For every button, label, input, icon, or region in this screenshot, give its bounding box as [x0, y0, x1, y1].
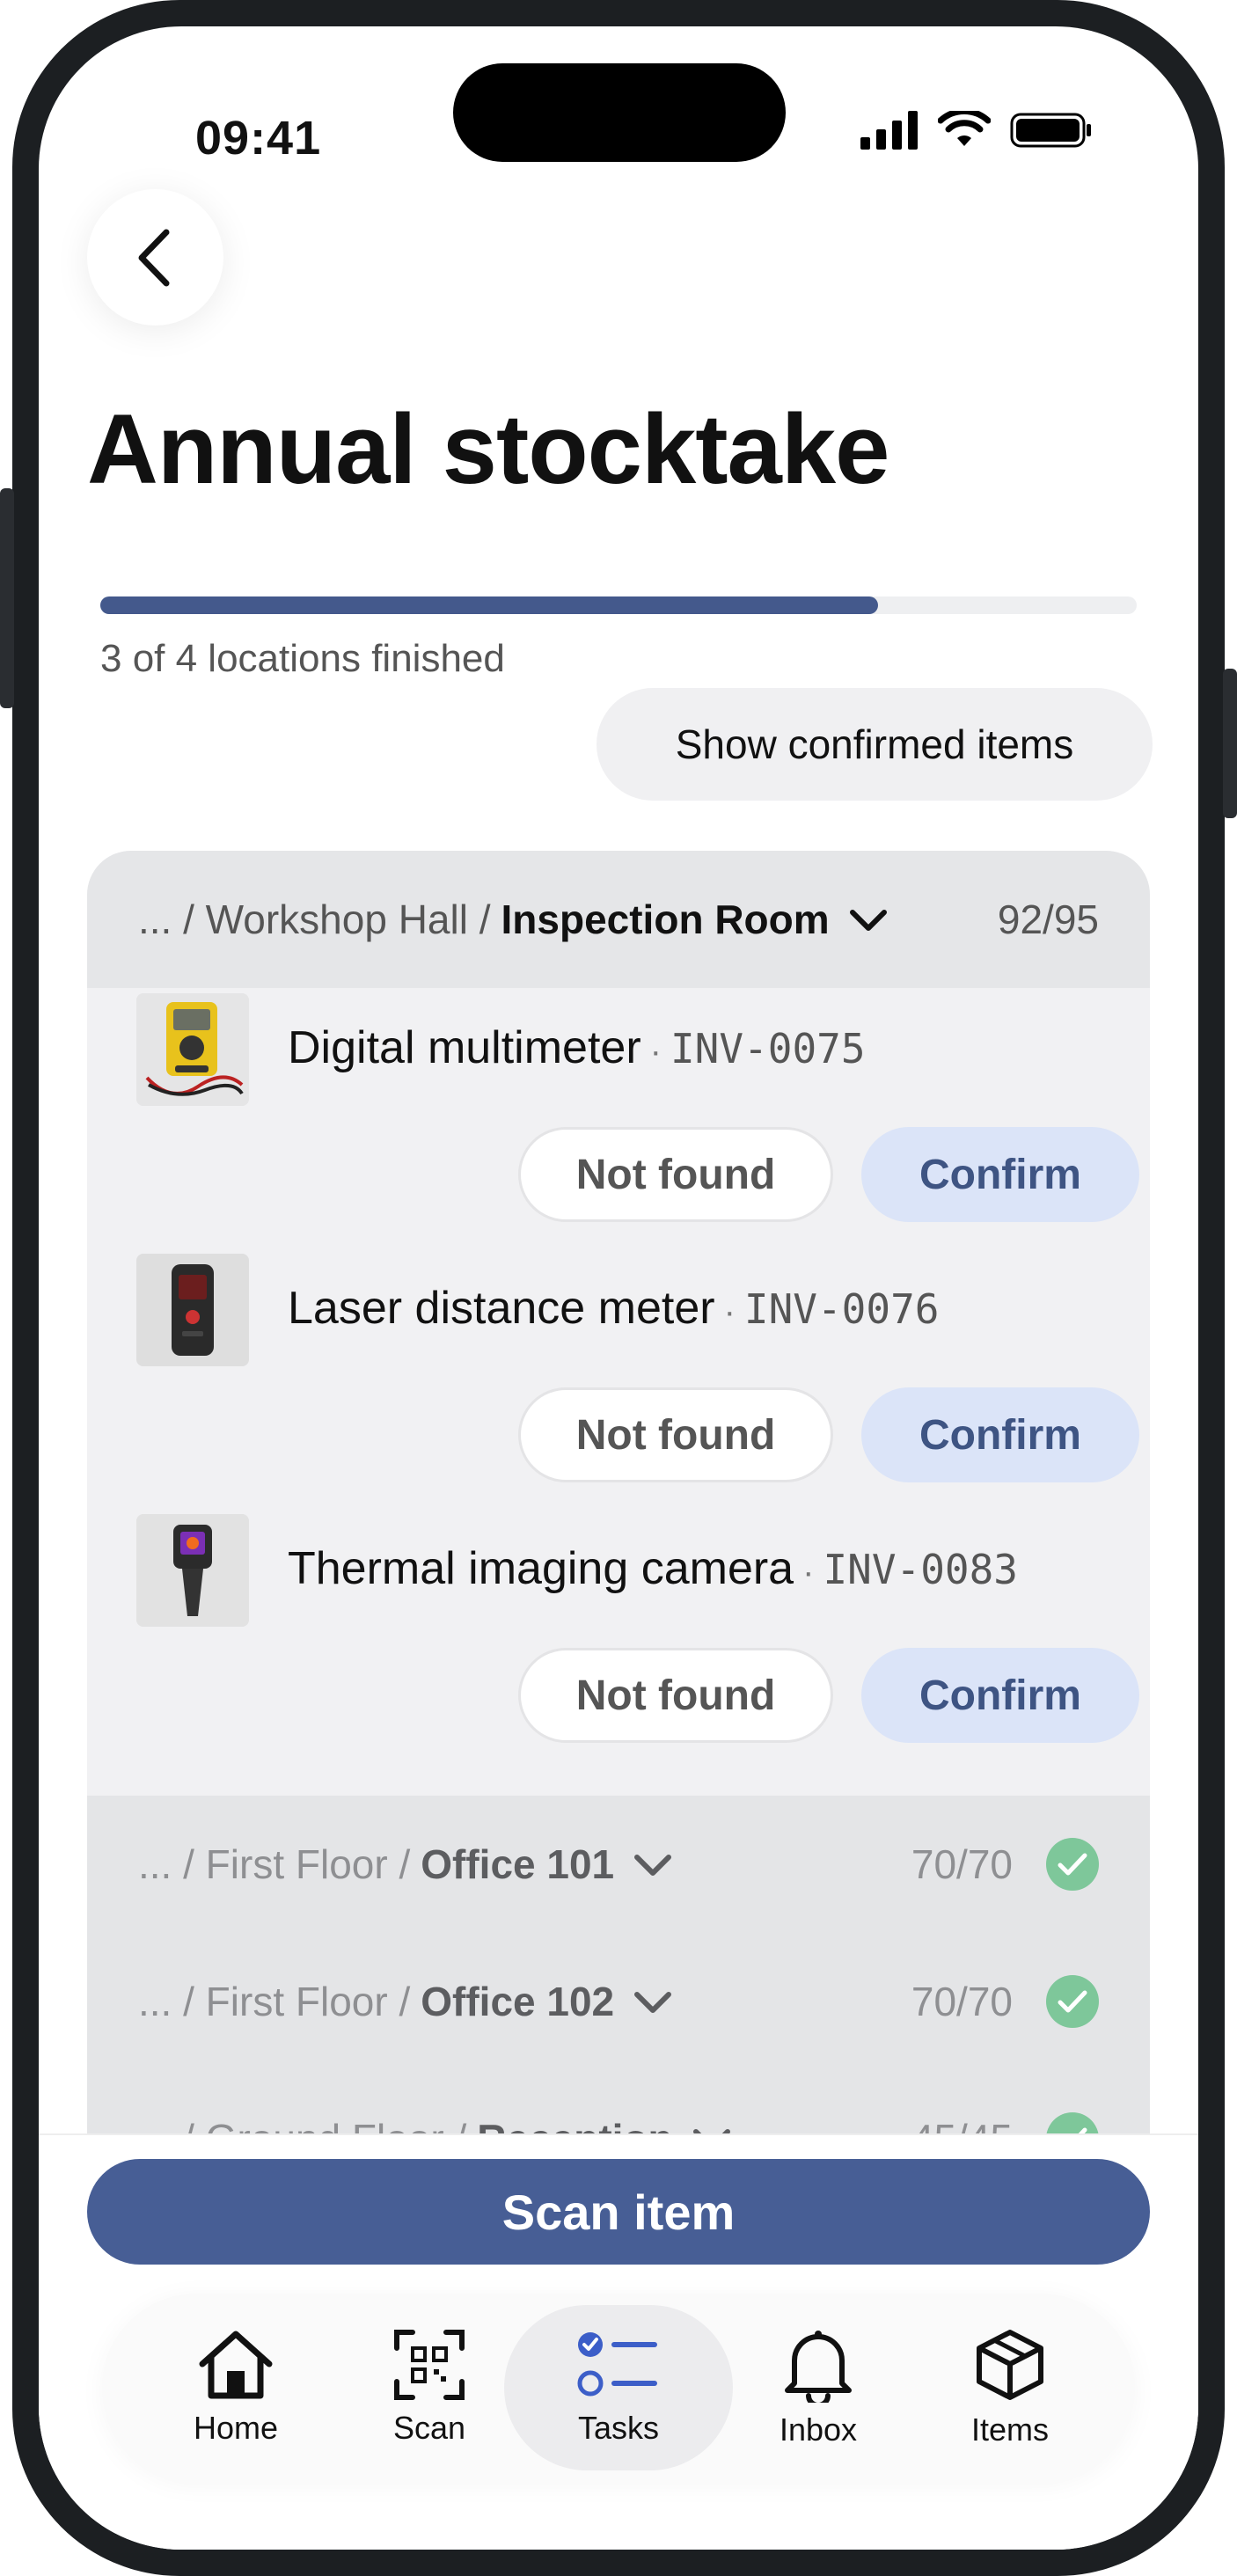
- screen: 09:41 Annual stocktake 3 of 4 locations …: [39, 26, 1198, 2550]
- confirm-button[interactable]: Confirm: [861, 1387, 1139, 1482]
- bell-icon: [785, 2331, 852, 2403]
- home-icon: [199, 2331, 273, 2399]
- not-found-button[interactable]: Not found: [518, 1648, 833, 1743]
- location-card: ... / Workshop Hall / Inspection Room 92…: [87, 851, 1150, 2170]
- chevron-left-icon: [138, 229, 169, 286]
- signal-icon: [860, 111, 918, 150]
- item-thumbnail: [136, 1254, 249, 1366]
- list-item: Laser distance meter · INV-0076 Not found …: [87, 1248, 1150, 1509]
- not-found-button[interactable]: Not found: [518, 1127, 833, 1222]
- item-title: Digital multimeter · INV-0075: [288, 1022, 866, 1073]
- item-code: INV-0083: [823, 1546, 1018, 1593]
- location-name: Office 101: [421, 1841, 615, 1887]
- tab-label: Tasks: [577, 2410, 660, 2446]
- location-count: 70/70: [911, 1979, 1013, 2024]
- check-icon: [1046, 1975, 1099, 2028]
- item-title: Laser distance meter · INV-0076: [288, 1283, 940, 1334]
- location-path: ... / First Floor /: [138, 1979, 411, 2024]
- item-code: INV-0076: [743, 1285, 940, 1333]
- multimeter-icon: [136, 993, 249, 1106]
- chevron-down-icon: [633, 1841, 672, 1888]
- show-confirmed-button[interactable]: Show confirmed items: [597, 688, 1153, 801]
- tab-items[interactable]: Items: [922, 2294, 1098, 2482]
- item-name: Thermal imaging camera: [288, 1543, 794, 1594]
- tab-label: Home: [193, 2410, 279, 2446]
- scan-item-button[interactable]: Scan item: [87, 2159, 1150, 2265]
- status-icons: [860, 111, 1093, 150]
- item-code: INV-0075: [670, 1025, 866, 1072]
- tab-inbox[interactable]: Inbox: [730, 2294, 906, 2482]
- phone-frame: 09:41 Annual stocktake 3 of 4 locations …: [0, 0, 1237, 2576]
- tasks-icon: [577, 2332, 657, 2397]
- tab-home[interactable]: Home: [148, 2294, 324, 2482]
- dynamic-island: [453, 63, 786, 162]
- item-name: Digital multimeter: [288, 1022, 641, 1073]
- location-path: ... / Workshop Hall /: [138, 896, 491, 942]
- item-thumbnail: [136, 993, 249, 1106]
- check-icon: [1046, 1838, 1099, 1891]
- page-title: Annual stocktake: [87, 394, 889, 504]
- completed-location-row[interactable]: ... / First Floor / Office 102 70/70: [87, 1933, 1150, 2070]
- thermal-camera-icon: [136, 1514, 249, 1627]
- not-found-button[interactable]: Not found: [518, 1387, 833, 1482]
- back-button[interactable]: [87, 189, 223, 326]
- list-item: Thermal imaging camera · INV-0083 Not foun…: [87, 1509, 1150, 1769]
- location-count: 70/70: [911, 1841, 1013, 1887]
- completed-location-row[interactable]: ... / First Floor / Office 101 70/70: [87, 1796, 1150, 1933]
- progress-bar: [100, 596, 1137, 614]
- progress-text: 3 of 4 locations finished: [100, 637, 505, 680]
- wifi-icon: [938, 111, 991, 146]
- chevron-down-icon: [633, 1978, 672, 2025]
- location-path: ... / First Floor /: [138, 1841, 411, 1887]
- location-name: Inspection Room: [501, 896, 830, 942]
- side-button-right: [1223, 669, 1237, 818]
- confirm-button[interactable]: Confirm: [861, 1648, 1139, 1743]
- tab-label: Inbox: [779, 2411, 858, 2448]
- tab-label: Items: [970, 2411, 1049, 2448]
- location-header[interactable]: ... / Workshop Hall / Inspection Room 92…: [87, 851, 1150, 988]
- item-name: Laser distance meter: [288, 1283, 715, 1334]
- box-icon: [977, 2330, 1043, 2400]
- tab-label: Scan: [392, 2410, 466, 2446]
- completed-locations: ... / First Floor / Office 101 70/70 ...…: [87, 1796, 1150, 2170]
- status-time: 09:41: [195, 112, 322, 165]
- battery-icon: [1010, 113, 1091, 148]
- location-count: 92/95: [997, 896, 1099, 942]
- chevron-down-icon: [849, 896, 888, 943]
- item-title: Thermal imaging camera · INV-0083: [288, 1543, 1018, 1594]
- list-item: Digital multimeter · INV-0075 Not found Co…: [87, 988, 1150, 1248]
- tab-scan[interactable]: Scan: [341, 2294, 517, 2482]
- qr-scan-icon: [394, 2330, 465, 2400]
- item-thumbnail: [136, 1514, 249, 1627]
- confirm-button[interactable]: Confirm: [861, 1127, 1139, 1222]
- bottom-bar: Scan item Home Scan Tasks Inbox Items: [39, 2133, 1198, 2550]
- progress-bar-fill: [100, 596, 878, 614]
- location-name: Office 102: [421, 1979, 615, 2024]
- tab-bar: Home Scan Tasks Inbox Items: [102, 2294, 1135, 2482]
- side-button-left: [0, 488, 14, 708]
- laser-meter-icon: [136, 1254, 249, 1366]
- tab-tasks[interactable]: Tasks: [504, 2305, 733, 2470]
